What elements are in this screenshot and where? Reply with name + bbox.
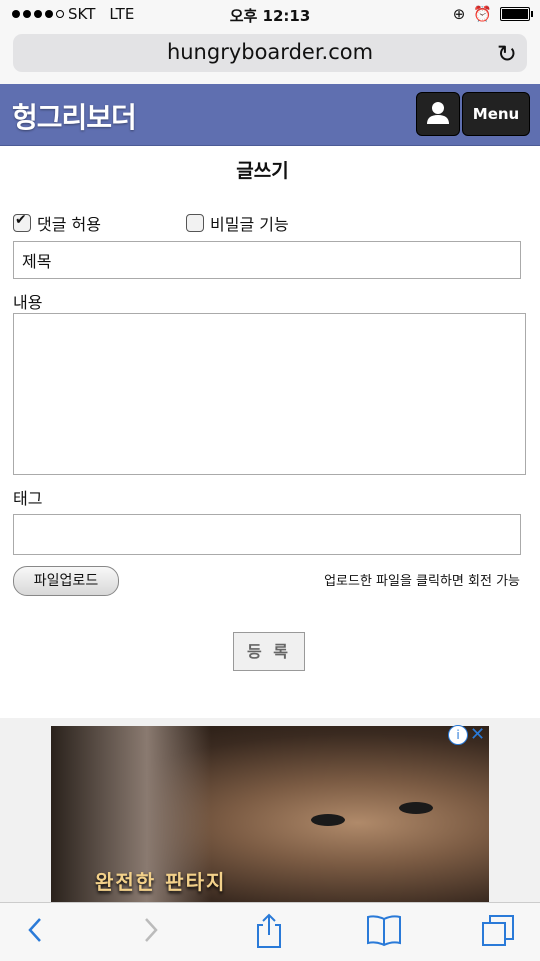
file-upload-button[interactable]: 파일업로드 — [13, 566, 119, 596]
title-input[interactable]: 제목 — [13, 241, 521, 279]
share-icon[interactable] — [254, 913, 284, 957]
allow-comments-option[interactable]: 댓글 허용 — [13, 211, 101, 235]
tabs-icon[interactable] — [480, 913, 516, 957]
rotation-lock-icon: ⊕ — [452, 5, 466, 23]
tag-label: 태그 — [13, 489, 43, 508]
browser-address-area: hungryboarder.com ↻ — [0, 28, 540, 85]
battery-icon — [500, 7, 533, 21]
ad-headline: 완전한 판타지 — [95, 870, 227, 894]
title-placeholder: 제목 — [22, 252, 52, 271]
url-text[interactable]: hungryboarder.com — [13, 40, 527, 64]
reload-icon[interactable]: ↻ — [497, 40, 517, 68]
secret-post-option[interactable]: 비밀글 기능 — [186, 211, 289, 235]
user-button[interactable] — [416, 92, 460, 136]
content-label: 내용 — [13, 293, 43, 312]
back-icon[interactable] — [24, 913, 46, 955]
browser-toolbar — [0, 902, 540, 961]
tag-input[interactable] — [13, 514, 521, 555]
ad-eye-right — [399, 802, 433, 814]
status-right: ⊕ ⏰ — [452, 5, 533, 23]
secret-post-checkbox[interactable] — [186, 214, 204, 232]
allow-comments-label: 댓글 허용 — [37, 215, 101, 234]
address-bar[interactable]: hungryboarder.com ↻ — [13, 34, 527, 72]
bookmarks-icon[interactable] — [366, 913, 402, 955]
menu-button[interactable]: Menu — [462, 92, 530, 136]
ad-banner-area: 완전한 판타지 — [0, 718, 540, 902]
status-bar: SKT LTE 오후 12:13 ⊕ ⏰ — [0, 0, 540, 28]
info-icon[interactable]: i — [448, 725, 468, 745]
submit-button[interactable]: 등 록 — [233, 632, 305, 671]
ad-image[interactable]: 완전한 판타지 — [51, 726, 489, 902]
site-logo[interactable]: 헝그리보더 — [12, 96, 137, 136]
forward-icon[interactable] — [140, 913, 162, 955]
alarm-icon: ⏰ — [473, 5, 492, 23]
site-header: 헝그리보더 Menu — [0, 84, 540, 146]
page-title: 글쓰기 — [236, 160, 289, 182]
ad-eye-left — [311, 814, 345, 826]
allow-comments-checkbox[interactable] — [13, 212, 31, 232]
user-icon — [427, 102, 449, 124]
secret-post-label: 비밀글 기능 — [210, 215, 289, 234]
upload-hint: 업로드한 파일을 클릭하면 회전 가능 — [324, 574, 520, 589]
close-icon[interactable]: ✕ — [470, 724, 485, 745]
content-textarea[interactable] — [13, 313, 526, 475]
